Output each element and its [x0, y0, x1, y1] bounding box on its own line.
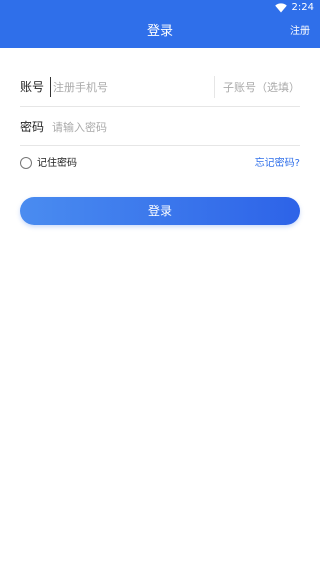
account-input[interactable] — [50, 77, 205, 97]
register-link[interactable]: 注册 — [290, 25, 310, 39]
page-title: 登录 — [146, 24, 173, 39]
status-bar: 2:24 — [0, 0, 320, 16]
login-button[interactable]: 登录 — [20, 197, 300, 225]
status-right: 2:24 — [274, 2, 314, 14]
password-input[interactable] — [50, 117, 290, 137]
remember-checkbox[interactable] — [20, 157, 32, 169]
password-label: 密码 — [20, 120, 45, 134]
sub-account-input[interactable] — [220, 77, 300, 97]
login-form: 账号 密码 — [20, 48, 300, 146]
account-label: 账号 — [20, 80, 45, 94]
field-divider — [214, 76, 215, 98]
wifi-icon — [274, 3, 287, 13]
app-bar: 登录 注册 — [0, 16, 320, 48]
password-row: 密码 — [20, 107, 300, 146]
forgot-password-link[interactable]: 忘记密码? — [255, 157, 300, 170]
remember-label: 记住密码 — [37, 158, 77, 169]
status-time: 2:24 — [291, 2, 314, 13]
remember-row: 记住密码 忘记密码? — [20, 156, 300, 172]
account-row: 账号 — [20, 48, 300, 107]
